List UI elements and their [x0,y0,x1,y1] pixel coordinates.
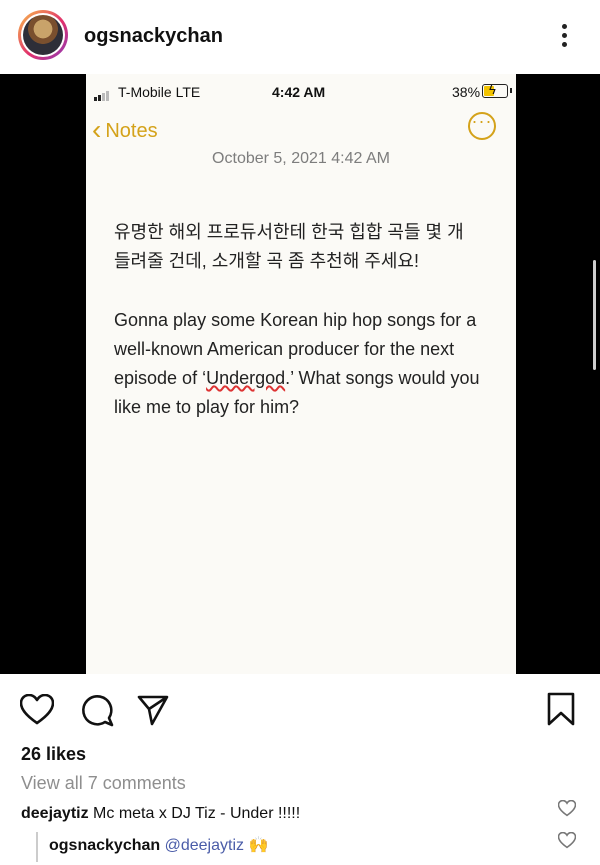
notes-screenshot: T-Mobile LTE 4:42 AM 38% ϟ ‹ Notes ··· Oc… [86,74,516,674]
comment: deejaytiz Mc meta x DJ Tiz - Under !!!!! [21,805,300,823]
avatar[interactable] [18,10,68,60]
back-label: Notes [105,120,158,142]
comment-mention[interactable]: @deejaytiz [165,837,244,854]
carrier-label: T-Mobile LTE [118,84,201,100]
view-all-comments-link[interactable]: View all 7 comments [21,773,186,794]
bookmark-icon[interactable] [547,692,575,726]
back-to-notes-button[interactable]: ‹ Notes [92,112,158,145]
note-english-text: Gonna play some Korean hip hop songs for… [114,306,484,422]
comment-like-heart-icon[interactable] [558,800,576,817]
signal-icon [94,85,110,101]
status-time: 4:42 AM [272,84,326,100]
post-header: ogsnackychan [0,0,600,74]
note-date: October 5, 2021 4:42 AM [212,150,390,167]
more-options-icon[interactable] [556,20,572,54]
comment-username[interactable]: deejaytiz [21,805,89,822]
comment-text: Mc meta x DJ Tiz - Under !!!!! [93,805,301,822]
chevron-left-icon: ‹ [92,114,102,145]
raised-hands-emoji: 🙌 [248,837,269,854]
battery-icon: ϟ [482,82,512,98]
heart-icon[interactable] [20,694,54,726]
scrollbar[interactable] [593,260,596,370]
battery-percent: 38% [452,84,481,100]
share-icon[interactable] [137,694,169,726]
comment-username[interactable]: ogsnackychan [49,837,160,854]
likes-count[interactable]: 26 likes [21,744,86,765]
action-bar [0,674,600,744]
note-korean-text: 유명한 해외 프로듀서한테 한국 힙합 곡들 몇 개 들려줄 건데, 소개할 곡… [114,222,464,271]
ellipsis-circle-icon[interactable]: ··· [468,112,496,140]
comment-reply: ogsnackychan @deejaytiz 🙌 [49,835,268,855]
comment-like-heart-icon[interactable] [558,832,576,849]
post-username[interactable]: ogsnackychan [84,25,223,48]
note-misspelled-word: Undergod [206,368,286,388]
comment-icon[interactable] [80,693,114,727]
reply-thread-line [36,832,38,862]
status-bar: T-Mobile LTE 4:42 AM 38% ϟ [86,80,516,104]
